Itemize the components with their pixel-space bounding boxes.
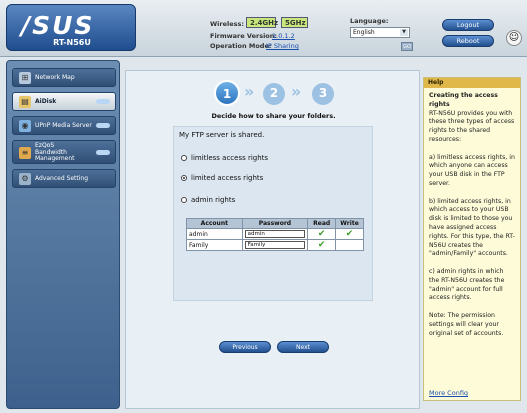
disk-icon: ▤ <box>19 96 31 108</box>
active-indicator <box>96 99 110 104</box>
sidebar-item-network-map[interactable]: ⊞ Network Map <box>12 68 116 87</box>
firmware-version-link[interactable]: 1.0.1.2 <box>272 32 295 40</box>
radio-button[interactable] <box>181 197 187 203</box>
media-server-icon: ◉ <box>19 120 31 132</box>
reboot-button[interactable]: Reboot <box>442 35 494 47</box>
language-select[interactable]: English ▼ <box>350 27 410 38</box>
language-go-button[interactable]: GO <box>401 42 413 51</box>
network-map-icon: ⊞ <box>19 72 31 84</box>
help-panel-body: Creating the access rights RT-N56U provid… <box>424 88 520 342</box>
column-header-write: Write <box>335 218 364 229</box>
wireless-label: Wireless: <box>210 20 244 28</box>
step-title: Decide how to share your folders. <box>211 112 336 120</box>
step-arrow-icon: » <box>244 82 255 101</box>
next-button[interactable]: Next <box>277 341 329 353</box>
step-indicator-2: 2 <box>263 83 285 105</box>
help-assistant-icon[interactable]: ☺ <box>506 30 522 46</box>
password-field[interactable]: admin <box>244 230 306 238</box>
band-5ghz-badge[interactable]: 5GHz <box>281 17 308 28</box>
read-check-icon: ✔ <box>307 228 337 240</box>
opmode-label: Operation Mode: <box>210 42 272 50</box>
chevron-down-icon: ▼ <box>400 29 408 36</box>
option-label: limited access rights <box>191 174 264 182</box>
sidebar-item-advanced-setting[interactable]: ⚙ Advanced Setting <box>12 169 116 188</box>
help-text: RT-N56U provides you with these three ty… <box>429 109 515 337</box>
more-config-link[interactable]: More Config <box>429 389 468 397</box>
step-indicator-3: 3 <box>312 83 334 105</box>
band-24ghz-badge[interactable]: 2.4GHz <box>246 17 278 28</box>
sidebar-item-label: Network Map <box>35 74 75 81</box>
table-row: Family Family ✔ <box>186 239 364 251</box>
column-header-read: Read <box>307 218 337 229</box>
sidebar-item-label: Advanced Setting <box>35 175 89 182</box>
language-label: Language: <box>350 17 389 25</box>
brand-logo-text: /SUS <box>21 11 95 40</box>
option-limitless[interactable]: limitless access rights <box>181 154 268 162</box>
option-limited[interactable]: limited access rights <box>181 174 263 182</box>
account-cell: admin <box>186 228 243 240</box>
write-check-icon: ✔ <box>335 228 364 240</box>
option-label: limitless access rights <box>191 154 269 162</box>
sidebar-item-ezqos[interactable]: ≡ EzQoS Bandwidth Management <box>12 140 116 164</box>
password-cell: admin <box>241 228 309 240</box>
share-options-box: My FTP server is shared. limitless acces… <box>173 126 373 301</box>
sidebar-item-label: UPnP Media Server <box>35 122 92 129</box>
option-admin[interactable]: admin rights <box>181 196 235 204</box>
password-field[interactable]: Family <box>244 241 306 249</box>
account-cell: Family <box>186 239 243 251</box>
logout-button[interactable]: Logout <box>442 19 494 31</box>
previous-button[interactable]: Previous <box>219 341 271 353</box>
header-bar: /SUS RT-N56U Wireless: 2.4GHz 5GHz Firmw… <box>0 0 527 57</box>
radio-button[interactable] <box>181 155 187 161</box>
status-indicator <box>96 123 110 128</box>
model-name: RT-N56U <box>53 38 91 47</box>
main-panel: 1 » 2 » 3 Decide how to share your folde… <box>125 70 420 409</box>
sidebar-item-label: AiDisk <box>35 98 57 105</box>
help-panel-title: Help <box>424 78 520 88</box>
opmode-link[interactable]: IP Sharing <box>266 42 299 50</box>
column-header-account: Account <box>186 218 243 229</box>
bandwidth-icon: ≡ <box>19 147 31 159</box>
accounts-table: Account Password Read Write admin admin … <box>186 218 364 251</box>
read-check-icon: ✔ <box>307 239 337 251</box>
password-cell: Family <box>241 239 309 251</box>
table-row: admin admin ✔ ✔ <box>186 228 364 240</box>
brand-logo: /SUS RT-N56U <box>6 4 136 51</box>
sidebar-item-upnp-media-server[interactable]: ◉ UPnP Media Server <box>12 116 116 135</box>
sidebar-item-label: EzQoS Bandwidth Management <box>35 142 75 162</box>
step-arrow-icon: » <box>291 82 302 101</box>
ftp-status-text: My FTP server is shared. <box>179 131 265 139</box>
sidebar: ⊞ Network Map ▤ AiDisk ◉ UPnP Media Serv… <box>6 60 120 409</box>
option-label: admin rights <box>191 196 236 204</box>
radio-button-selected[interactable] <box>181 175 187 181</box>
help-panel: Help Creating the access rights RT-N56U p… <box>423 77 521 401</box>
status-indicator <box>96 150 110 155</box>
settings-icon: ⚙ <box>19 173 31 185</box>
firmware-label: Firmware Version: <box>210 32 277 40</box>
sidebar-item-aidisk[interactable]: ▤ AiDisk <box>12 92 116 111</box>
write-cell <box>335 239 364 251</box>
help-heading: Creating the access rights <box>429 92 498 108</box>
language-select-value: English <box>353 29 375 36</box>
column-header-password: Password <box>241 218 309 229</box>
step-indicator-1: 1 <box>214 80 240 106</box>
